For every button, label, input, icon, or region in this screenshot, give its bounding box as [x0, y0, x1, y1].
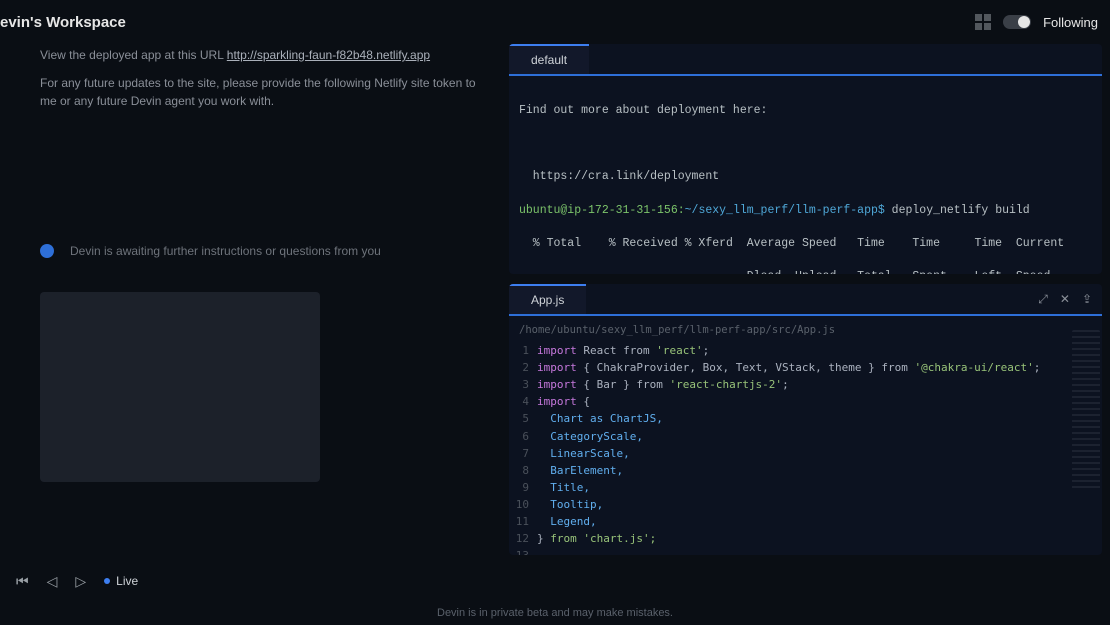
code-line: 8 BarElement,: [515, 462, 1096, 479]
deploy-url-link[interactable]: http://sparkling-faun-f82b48.netlify.app: [227, 48, 430, 62]
step-back-icon[interactable]: ◁: [47, 573, 58, 590]
code-line: 5 Chart as ChartJS,: [515, 410, 1096, 427]
code-line: 9 Title,: [515, 479, 1096, 496]
status-dot-icon: [40, 244, 54, 258]
term-line: Find out more about deployment here:: [519, 103, 1092, 120]
code-line: 4import {: [515, 393, 1096, 410]
editor-tabbar: App.js ⤢ ✕ ⇪: [509, 284, 1102, 316]
following-label: Following: [1043, 15, 1098, 30]
editor-tab-appjs[interactable]: App.js: [509, 284, 586, 314]
header-right: Following: [975, 14, 1098, 30]
file-path: /home/ubuntu/sexy_llm_perf/llm-perf-app/…: [515, 320, 1096, 342]
workspace-column: default Find out more about deployment h…: [509, 44, 1102, 555]
agent-status-row: Devin is awaiting further instructions o…: [40, 244, 495, 258]
deploy-prefix: View the deployed app at this URL: [40, 48, 227, 62]
workspace-title: evin's Workspace: [0, 14, 126, 31]
term-line: % Total % Received % Xferd Average Speed…: [519, 236, 1092, 253]
code-line: 12} from 'chart.js';: [515, 530, 1096, 547]
term-line: https://cra.link/deployment: [519, 169, 1092, 186]
editor-tab-actions: ⤢ ✕ ⇪: [1038, 292, 1102, 307]
following-toggle[interactable]: [1003, 15, 1031, 29]
code-line: 3import { Bar } from 'react-chartjs-2';: [515, 376, 1096, 393]
code-line: 13: [515, 547, 1096, 555]
term-line: Dload Upload Total Spent Left Speed: [519, 269, 1092, 274]
chat-column: View the deployed app at this URL http:/…: [40, 44, 495, 555]
live-label: Live: [116, 574, 138, 588]
editor-panel: App.js ⤢ ✕ ⇪ /home/ubuntu/sexy_llm_perf/…: [509, 284, 1102, 555]
code-line: 7 LinearScale,: [515, 445, 1096, 462]
terminal-tab-default[interactable]: default: [509, 44, 589, 74]
skip-start-icon[interactable]: ⏮: [16, 573, 29, 590]
deploy-message: View the deployed app at this URL http:/…: [40, 44, 495, 110]
terminal-output[interactable]: Find out more about deployment here: htt…: [509, 76, 1102, 274]
live-badge[interactable]: Live: [104, 574, 138, 588]
editor-body[interactable]: /home/ubuntu/sexy_llm_perf/llm-perf-app/…: [509, 316, 1102, 555]
step-forward-icon[interactable]: ▷: [75, 573, 86, 590]
code-line: 6 CategoryScale,: [515, 428, 1096, 445]
minimap[interactable]: [1072, 330, 1100, 490]
code-line: 2import { ChakraProvider, Box, Text, VSt…: [515, 359, 1096, 376]
header-bar: evin's Workspace Following: [0, 0, 1110, 44]
layout-grid-icon[interactable]: [975, 14, 991, 30]
term-prompt-line: ubuntu@ip-172-31-31-156:~/sexy_llm_perf/…: [519, 203, 1092, 220]
agent-status-text: Devin is awaiting further instructions o…: [70, 244, 381, 258]
expand-icon[interactable]: ⤢: [1038, 292, 1048, 307]
preview-thumbnail[interactable]: [40, 292, 320, 482]
code-line: 10 Tooltip,: [515, 496, 1096, 513]
terminal-panel: default Find out more about deployment h…: [509, 44, 1102, 274]
upload-icon[interactable]: ⇪: [1082, 292, 1092, 307]
playback-footer: ⏮ ◁ ▷ Live: [0, 555, 1110, 607]
code-line: 11 Legend,: [515, 513, 1096, 530]
disclaimer-text: Devin is in private beta and may make mi…: [0, 607, 1110, 625]
code-line: 1import React from 'react';: [515, 342, 1096, 359]
instructions-text: For any future updates to the site, plea…: [40, 74, 495, 110]
live-dot-icon: [104, 578, 110, 584]
terminal-tabbar: default: [509, 44, 1102, 76]
close-icon[interactable]: ✕: [1060, 292, 1070, 307]
